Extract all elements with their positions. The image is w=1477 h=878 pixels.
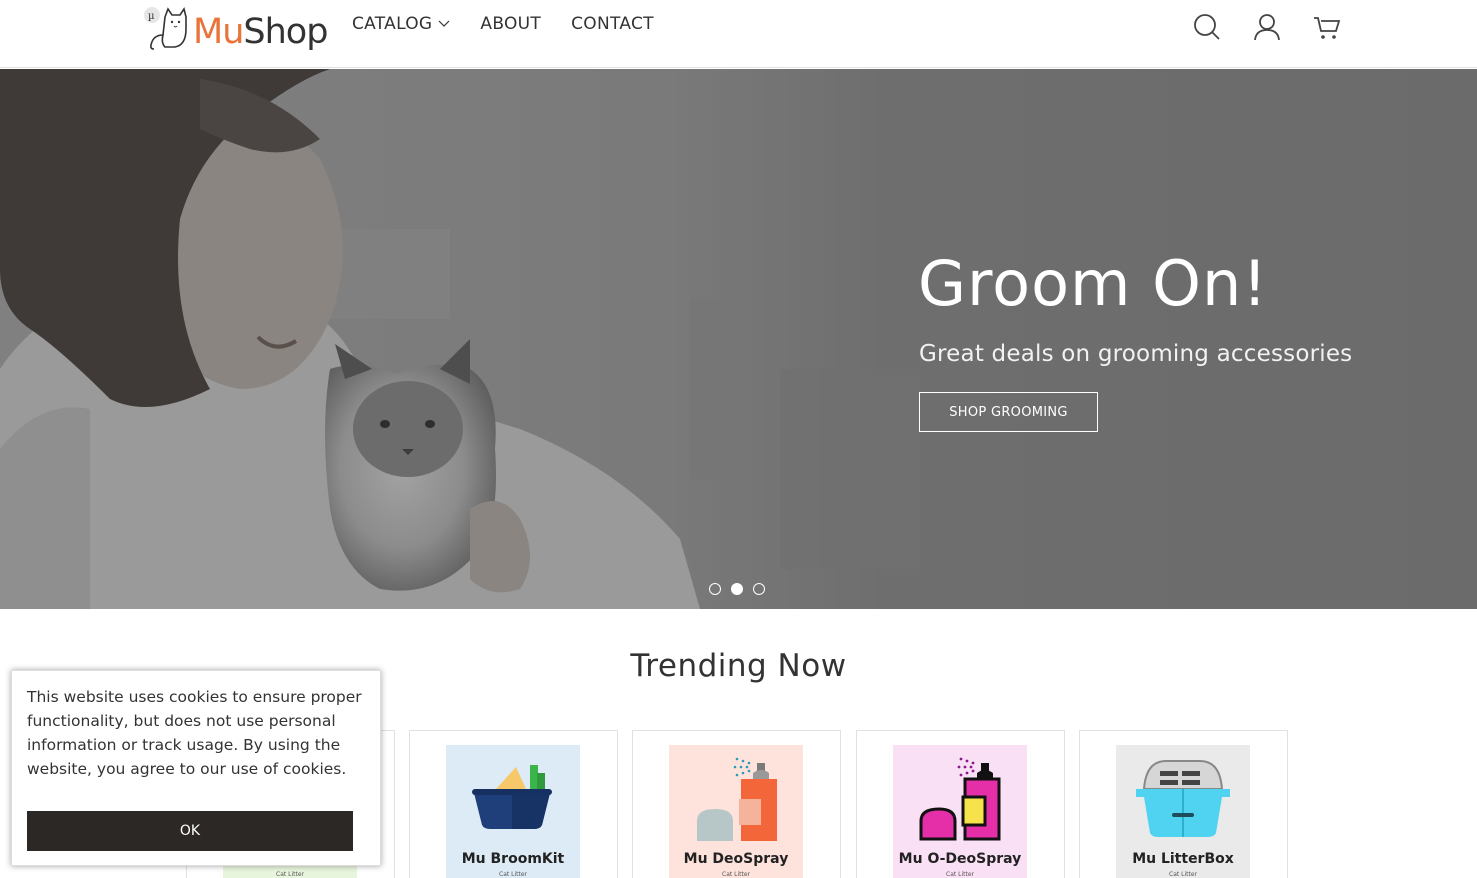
product-card-deospray[interactable]: Mu DeoSpray Cat Litter (632, 730, 841, 878)
logo-text-shop: Shop (243, 12, 328, 52)
nav-catalog[interactable]: CATALOG (352, 14, 450, 34)
logo-text: MuShop (193, 12, 328, 52)
deospray-icon (697, 757, 777, 841)
hero-image-woman-cat (0, 69, 1477, 609)
cookie-ok-button[interactable]: OK (27, 811, 353, 851)
chevron-down-icon (438, 20, 450, 27)
product-image-litterbox: Mu LitterBox Cat Litter (1116, 745, 1250, 878)
nav-contact-label: CONTACT (571, 14, 654, 34)
carousel-dot-2[interactable] (731, 583, 743, 595)
logo-text-mu: Mu (193, 12, 244, 52)
product-category: Cat Litter (722, 871, 750, 878)
litterbox-icon (1136, 760, 1230, 837)
search-button[interactable] (1192, 12, 1222, 42)
nav-about[interactable]: ABOUT (480, 14, 541, 34)
cookie-banner: This website uses cookies to ensure prop… (11, 670, 381, 866)
carousel-dot-1[interactable] (709, 583, 721, 595)
product-image-o-deospray: Mu O-DeoSpray Cat Litter (893, 745, 1027, 878)
broomkit-icon (472, 765, 552, 829)
product-name: Mu DeoSpray (683, 851, 789, 867)
main-nav: CATALOG ABOUT CONTACT (352, 14, 654, 34)
product-image-deospray: Mu DeoSpray Cat Litter (669, 745, 803, 878)
product-category: Cat Litter (1169, 871, 1197, 878)
hero-subtitle: Great deals on grooming accessories (919, 341, 1353, 367)
product-category: Cat Litter (276, 871, 304, 878)
product-card-broomkit[interactable]: Mu BroomKit Cat Litter (409, 730, 618, 878)
nav-contact[interactable]: CONTACT (571, 14, 654, 34)
product-category: Cat Litter (499, 871, 527, 878)
hero-title: Groom On! (918, 247, 1269, 320)
cart-icon (1314, 17, 1341, 39)
carousel-indicators (709, 583, 765, 595)
product-image-broomkit: Mu BroomKit Cat Litter (446, 745, 580, 878)
carousel-dot-3[interactable] (753, 583, 765, 595)
product-category: Cat Litter (946, 871, 974, 878)
account-button[interactable] (1252, 12, 1282, 42)
product-card-litterbox[interactable]: Mu LitterBox Cat Litter (1079, 730, 1288, 878)
product-name: Mu BroomKit (461, 851, 565, 867)
product-name: Mu O-DeoSpray (898, 851, 1022, 867)
cart-button[interactable] (1312, 12, 1342, 42)
mushop-logo[interactable]: µ MuShop (141, 4, 328, 54)
product-card-o-deospray[interactable]: Mu O-DeoSpray Cat Litter (856, 730, 1065, 878)
header-actions (1192, 12, 1342, 42)
hero-banner: Groom On! Great deals on grooming access… (0, 69, 1477, 609)
nav-catalog-label: CATALOG (352, 14, 433, 34)
cat-logo-icon: µ (144, 7, 187, 50)
site-header: µ MuShop CATALOG ABOUT CONTACT (0, 0, 1477, 68)
nav-about-label: ABOUT (480, 14, 542, 34)
shop-grooming-button[interactable]: SHOP GROOMING (919, 392, 1098, 432)
cookie-message: This website uses cookies to ensure prop… (27, 688, 362, 778)
logo-mark-text: µ (148, 11, 155, 22)
user-icon (1254, 14, 1280, 41)
product-name: Mu LitterBox (1132, 851, 1234, 867)
search-icon (1194, 14, 1220, 40)
o-deospray-icon (919, 757, 1001, 841)
